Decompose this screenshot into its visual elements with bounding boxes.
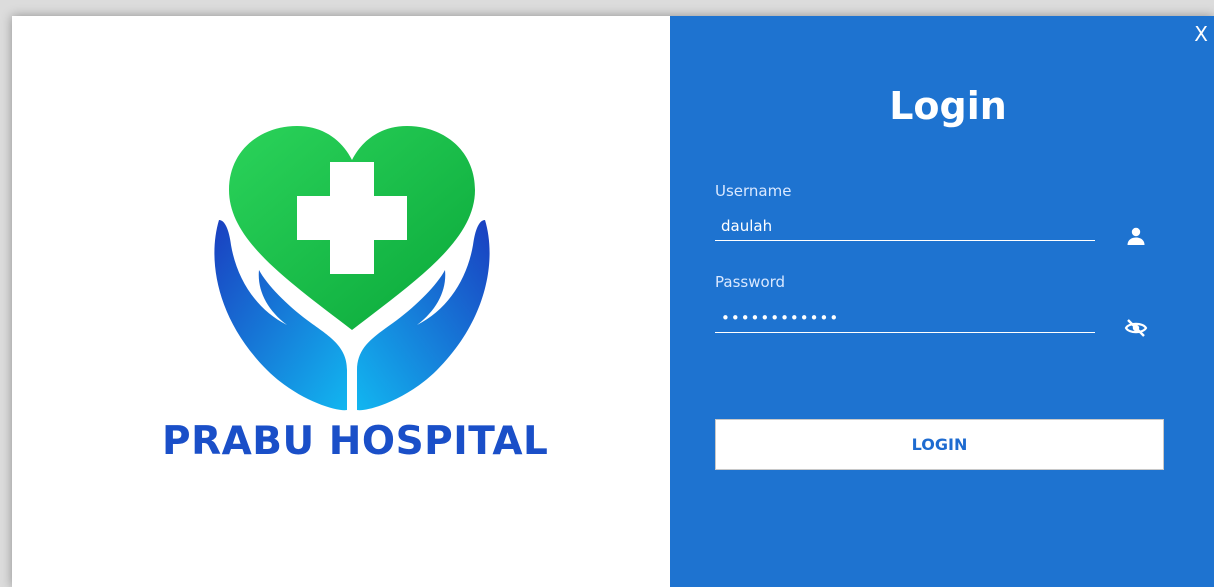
brand-name: PRABU HOSPITAL [162,419,549,464]
password-label: Password [715,273,786,291]
login-window: PRABU HOSPITAL X Login Username Password… [12,16,1214,587]
heart-cross-hands-icon [214,126,490,411]
password-field[interactable] [715,303,1095,333]
eye-off-icon[interactable] [1124,316,1148,340]
username-field[interactable] [715,211,1095,241]
login-button[interactable]: LOGIN [715,419,1164,470]
user-icon [1127,227,1145,245]
close-button[interactable]: X [1194,22,1208,46]
username-label: Username [715,182,792,200]
login-title: Login [889,84,1007,128]
branding-panel: PRABU HOSPITAL [12,16,670,587]
login-panel: X Login Username Password LOGIN [670,16,1214,587]
